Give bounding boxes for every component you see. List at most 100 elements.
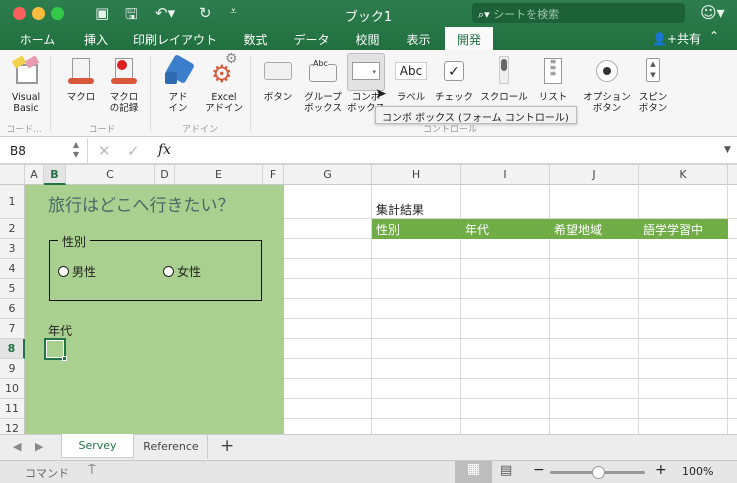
cell[interactable]	[639, 259, 728, 279]
cell[interactable]	[284, 419, 372, 434]
cell[interactable]	[461, 359, 550, 379]
row-header-6[interactable]: 6	[0, 299, 25, 319]
normal-view-icon[interactable]: ▦	[455, 461, 492, 483]
ribbon-add-in-button[interactable]: アド イン	[153, 53, 203, 114]
ribbon-record-macro-button[interactable]: マクロ の記録	[99, 56, 149, 114]
cell[interactable]	[284, 359, 372, 379]
cell[interactable]	[284, 239, 372, 259]
ribbon-excel-add-in-button[interactable]: ⚙ ⚙ Excel アドイン	[200, 52, 248, 114]
cell[interactable]	[372, 239, 461, 259]
tab-5[interactable]: 校閲	[345, 27, 390, 50]
formula-input[interactable]	[186, 142, 716, 161]
option-button-female[interactable]: 女性	[163, 263, 201, 280]
cell[interactable]	[550, 319, 639, 339]
cell[interactable]	[639, 339, 728, 359]
tab-6[interactable]: 表示	[395, 27, 442, 50]
tab-3[interactable]: 数式	[233, 27, 278, 50]
column-header-F[interactable]: F	[263, 165, 284, 185]
column-header-K[interactable]: K	[639, 165, 728, 185]
row-header-1[interactable]: 1	[0, 185, 25, 219]
cell[interactable]	[728, 299, 737, 319]
cell[interactable]	[639, 419, 728, 434]
zoom-in-button[interactable]: +	[655, 462, 667, 478]
row-header-2[interactable]: 2	[0, 219, 25, 239]
sheet-search-input[interactable]: ⌕▾ シートを検索	[472, 3, 685, 23]
cell[interactable]	[639, 185, 728, 219]
cell[interactable]	[372, 299, 461, 319]
cell[interactable]	[639, 359, 728, 379]
cancel-icon[interactable]: ✕	[98, 142, 111, 160]
cell[interactable]	[550, 259, 639, 279]
cell[interactable]	[284, 279, 372, 299]
row-header-5[interactable]: 5	[0, 279, 25, 299]
row-header-4[interactable]: 4	[0, 259, 25, 279]
ribbon-button-control-button[interactable]: ボタン	[258, 56, 298, 103]
row-header-9[interactable]: 9	[0, 359, 25, 379]
gender-group-box[interactable]: 性別 男性 女性	[49, 233, 262, 301]
cell[interactable]	[639, 279, 728, 299]
cell[interactable]	[728, 419, 737, 434]
cell[interactable]	[728, 319, 737, 339]
cell[interactable]	[728, 279, 737, 299]
row-header-10[interactable]: 10	[0, 379, 25, 399]
cell[interactable]	[372, 279, 461, 299]
cell[interactable]	[550, 279, 639, 299]
zoom-out-button[interactable]: −	[533, 462, 545, 478]
cell[interactable]	[550, 339, 639, 359]
name-box-stepper-icon[interactable]: ▲ ▼	[73, 140, 79, 160]
cell[interactable]	[728, 259, 737, 279]
column-header-E[interactable]: E	[175, 165, 263, 185]
cell[interactable]	[550, 419, 639, 434]
cell[interactable]	[461, 279, 550, 299]
page-layout-view-icon[interactable]: ▤	[500, 463, 512, 478]
column-header-J[interactable]: J	[550, 165, 639, 185]
column-header-C[interactable]: C	[66, 165, 155, 185]
prev-sheet-icon[interactable]: ◀	[13, 440, 21, 453]
cell[interactable]	[461, 339, 550, 359]
ribbon-scrollbar-button[interactable]: スクロール	[478, 56, 530, 103]
row-header-7[interactable]: 7	[0, 319, 25, 339]
column-header-D[interactable]: D	[155, 165, 175, 185]
cell[interactable]	[284, 219, 372, 239]
sheet-tab-servey[interactable]: Servey	[61, 434, 134, 458]
collapse-ribbon-icon[interactable]: ⌃	[709, 29, 719, 43]
summary-header-cell[interactable]: 性別	[372, 219, 461, 239]
cell[interactable]	[372, 379, 461, 399]
tab-0[interactable]: ホーム	[10, 27, 65, 50]
tab-1[interactable]: 挿入	[72, 27, 120, 50]
option-button-male[interactable]: 男性	[58, 263, 96, 280]
row-header-3[interactable]: 3	[0, 239, 25, 259]
cell[interactable]	[461, 299, 550, 319]
worksheet-grid[interactable]: A B C D E F G H I J K 1 2 3 4 5 6 7 8 9 10 11 12 旅行はどこへ行きたい？ 性別男…	[0, 165, 737, 434]
cell[interactable]	[284, 399, 372, 419]
cell[interactable]	[639, 319, 728, 339]
cell[interactable]	[284, 379, 372, 399]
cell[interactable]	[372, 359, 461, 379]
cell[interactable]	[372, 399, 461, 419]
ribbon-option-button-button[interactable]: オプション ボタン	[582, 56, 632, 114]
ribbon-group-box-button[interactable]: Abc グループ ボックス	[298, 56, 348, 114]
cell[interactable]	[728, 339, 737, 359]
ribbon-checkbox-button[interactable]: ✓ チェック	[431, 56, 477, 103]
next-sheet-icon[interactable]: ▶	[35, 440, 43, 453]
summary-header-cell[interactable]: 語学学習中	[639, 219, 728, 239]
expand-formula-bar-icon[interactable]: ▼	[724, 145, 731, 155]
cell[interactable]	[461, 185, 550, 219]
cell[interactable]	[284, 299, 372, 319]
summary-header-cell[interactable]: 年代	[461, 219, 550, 239]
row-header-12[interactable]: 12	[0, 419, 25, 434]
cell[interactable]	[461, 259, 550, 279]
zoom-slider[interactable]	[550, 466, 645, 479]
cell[interactable]	[372, 259, 461, 279]
macro-record-icon[interactable]: ⍑	[88, 463, 96, 478]
cell[interactable]	[284, 319, 372, 339]
feedback-smiley-icon[interactable]: ☺▾	[700, 3, 725, 22]
tab-2[interactable]: 印刷レイアウト	[125, 27, 225, 50]
cell[interactable]	[372, 419, 461, 434]
cell[interactable]	[550, 299, 639, 319]
ribbon-label-button[interactable]: Abc ラベル	[393, 56, 429, 103]
cell[interactable]	[550, 399, 639, 419]
share-button[interactable]: 👤+共有	[652, 30, 701, 47]
sheet-tab-reference[interactable]: Reference	[135, 435, 208, 459]
ribbon-visual-basic-button[interactable]: Visual Basic	[3, 55, 49, 114]
